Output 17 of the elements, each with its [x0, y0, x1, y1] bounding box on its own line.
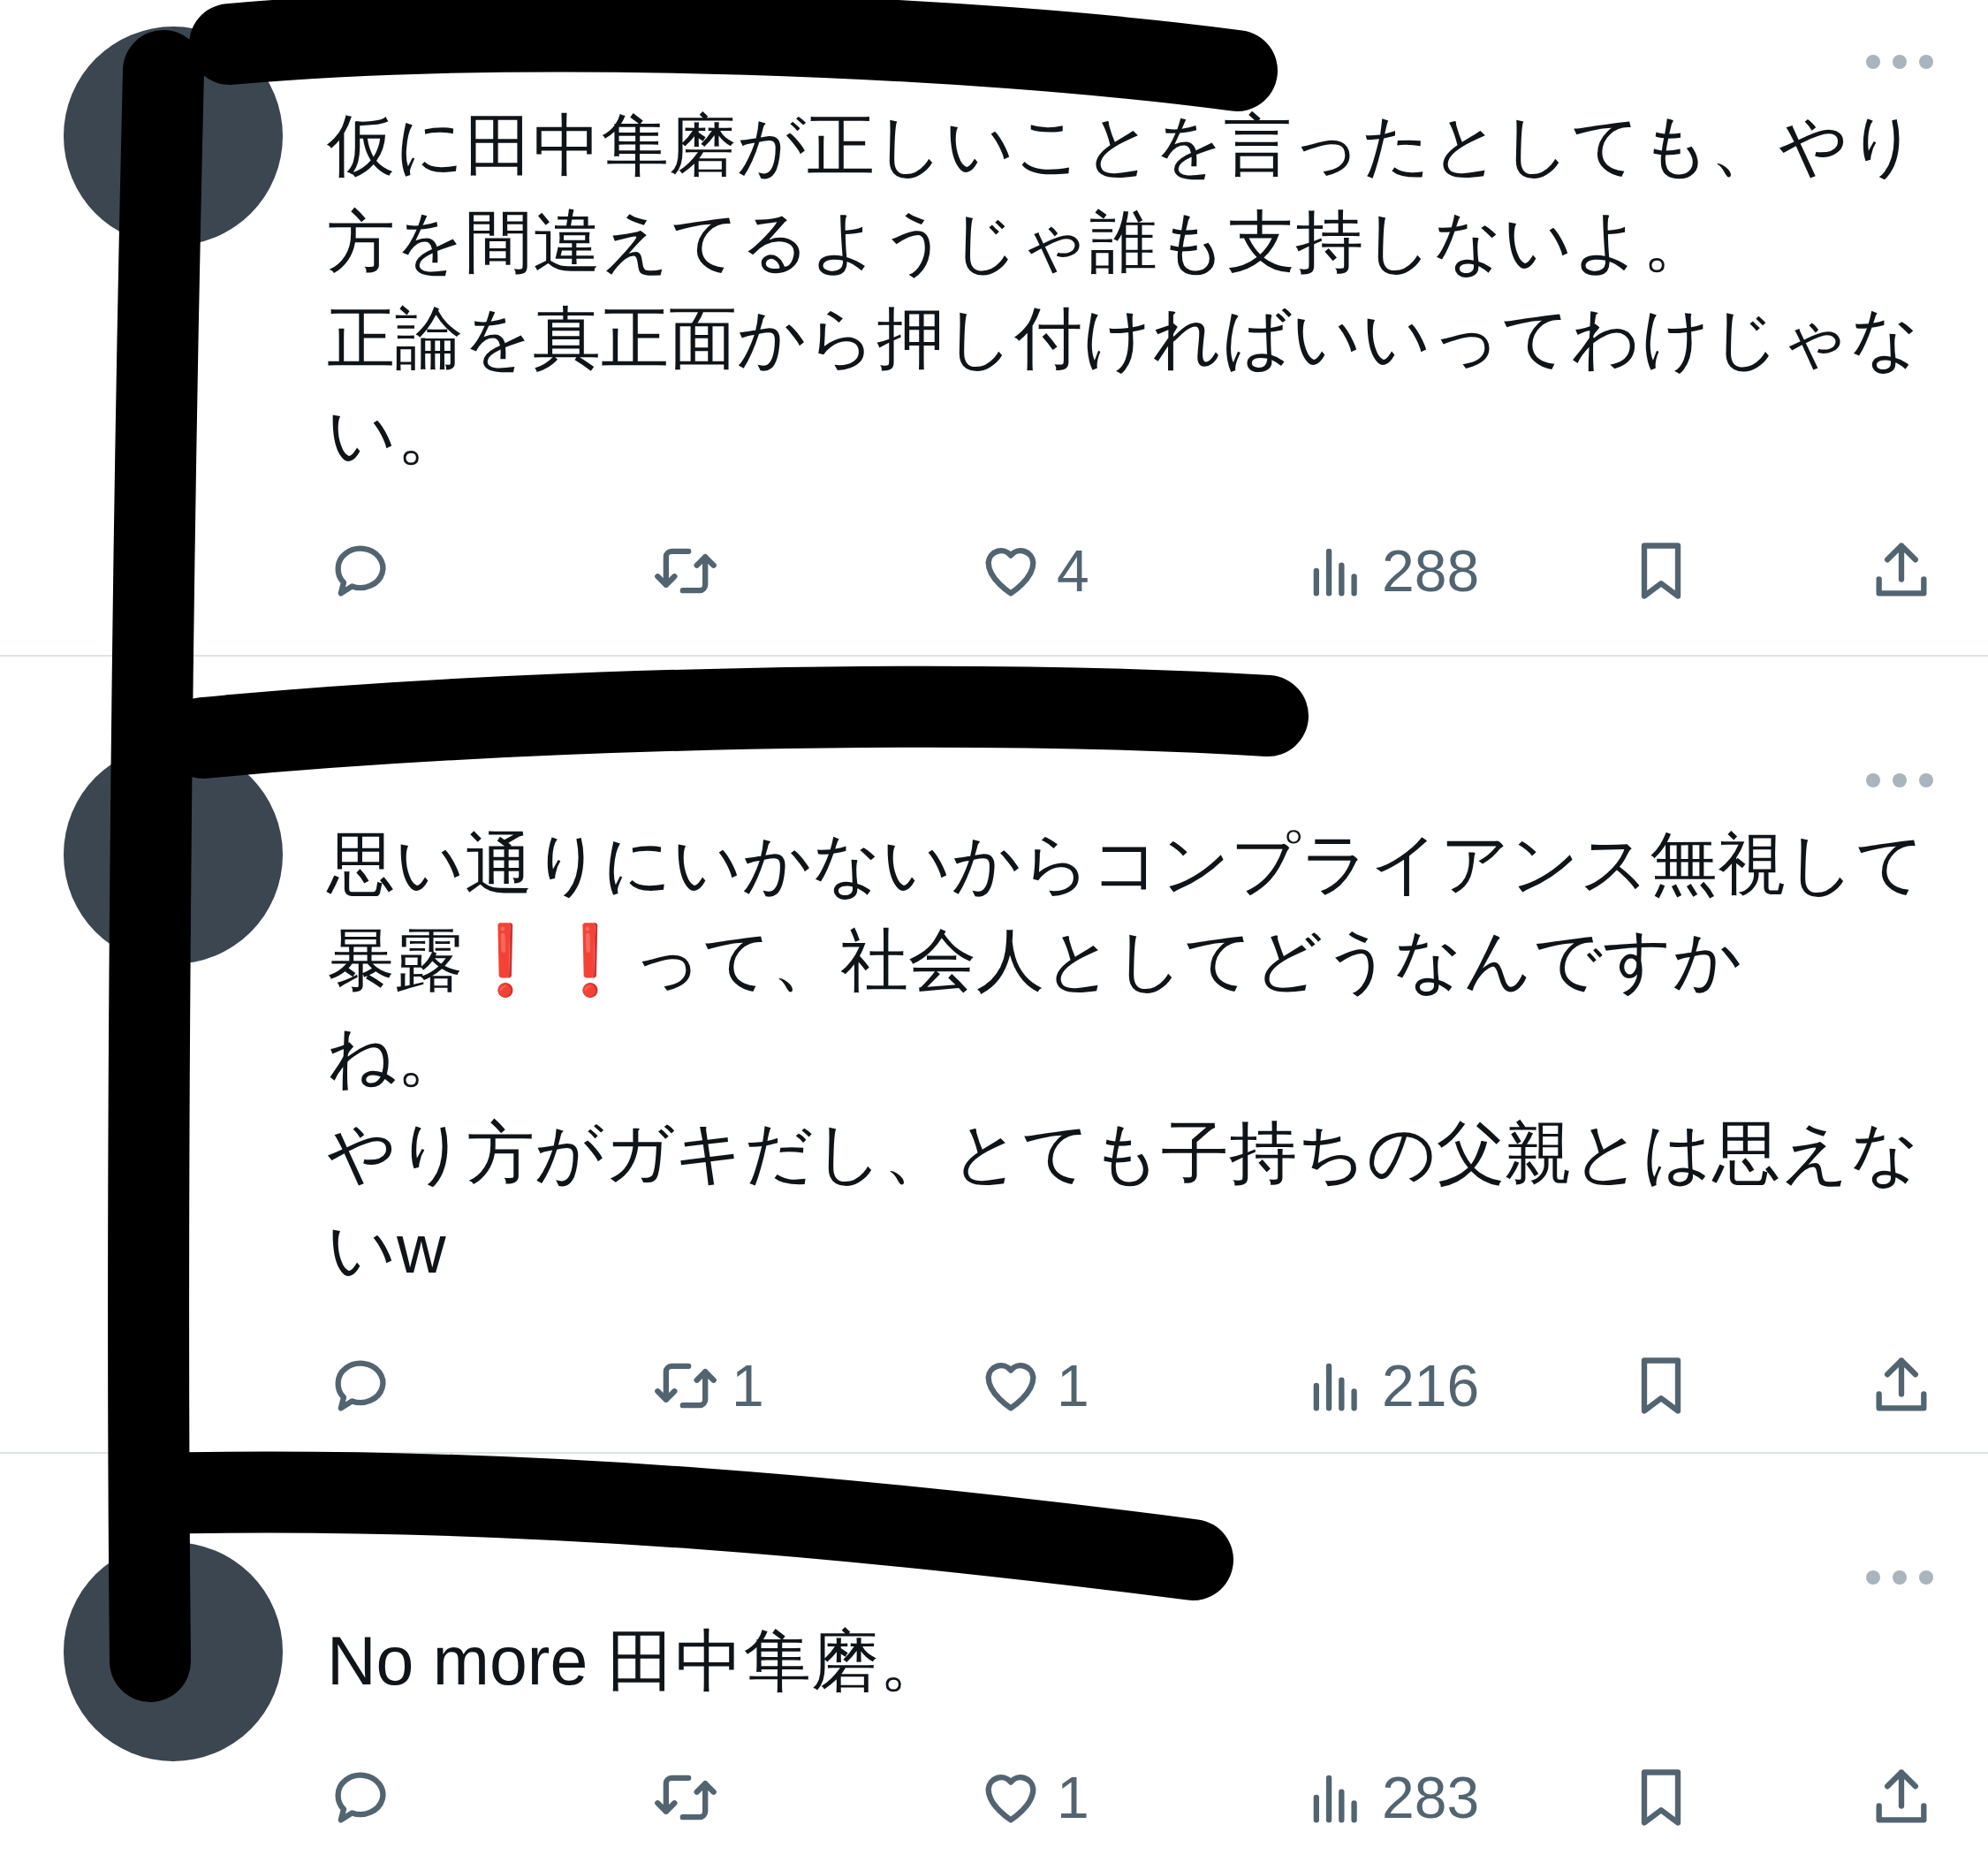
tweet-text-line: 仮に田中隼磨が正しいことを言ったとしても、やり	[327, 106, 1919, 185]
views-count: 283	[1382, 1763, 1480, 1832]
tweet-text-line: No more 田中隼磨。	[327, 1622, 948, 1700]
tweet-text-line: 正論を真正面から押し付ければいいってわけじゃな	[327, 299, 1921, 377]
views-count: 216	[1382, 1351, 1480, 1420]
tweet-text-line: 暴露❗❗って、社会人としてどうなんですか	[327, 921, 1743, 1000]
tweet-text-line: ね。	[327, 1017, 466, 1096]
tweet-text-line: やり方がガキだし、とても子持ちの父親とは思えな	[327, 1114, 1921, 1192]
tweet-text-line: いw	[327, 1210, 447, 1288]
like-count: 4	[1057, 536, 1089, 605]
tweet-text-line: い。	[327, 395, 466, 474]
like-count: 1	[1057, 1351, 1089, 1420]
retweet-count: 1	[732, 1351, 764, 1420]
tweet-text-line: 思い通りにいかないからコンプライアンス無視して	[327, 825, 1926, 903]
views-count: 288	[1382, 536, 1480, 605]
like-count: 1	[1057, 1763, 1089, 1832]
tweet-text-line: 方を間違えてるようじゃ誰も支持しないよ。	[327, 202, 1711, 281]
